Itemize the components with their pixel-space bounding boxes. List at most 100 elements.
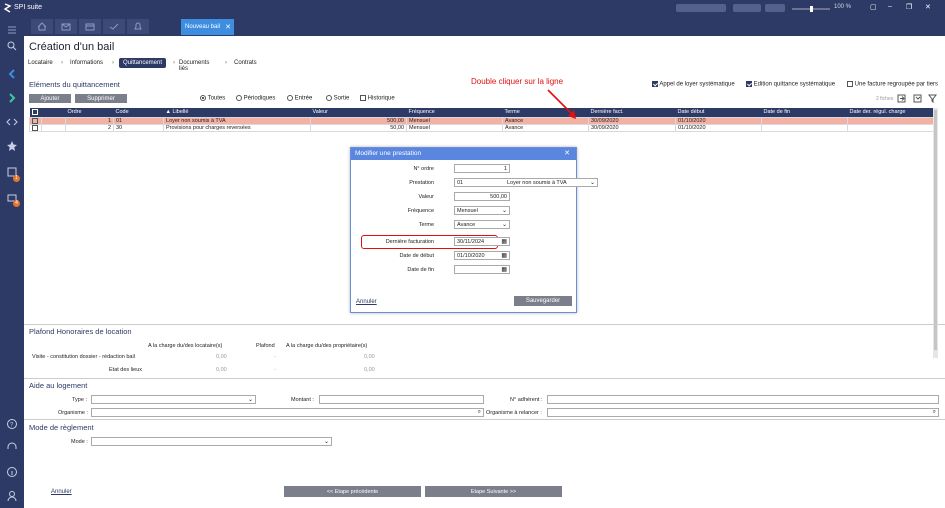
- filter-toutes[interactable]: Toutes: [200, 95, 225, 102]
- tab-nouveau-bail[interactable]: Nouveau bail ✕: [181, 19, 234, 35]
- row-checkbox[interactable]: [32, 117, 38, 124]
- close-dialog-icon[interactable]: ✕: [564, 149, 570, 157]
- forward-arrow-icon[interactable]: [6, 92, 18, 104]
- search-icon[interactable]: ⌕: [478, 409, 481, 416]
- frequence-select[interactable]: Mensuel ⌄: [454, 206, 510, 215]
- filter-entree[interactable]: Entrée: [287, 95, 312, 102]
- col-ordre-header[interactable]: Ordre: [65, 108, 114, 117]
- add-button[interactable]: Ajouter: [29, 94, 71, 103]
- menu-icon[interactable]: [6, 24, 18, 36]
- ordre-input[interactable]: 1: [454, 164, 510, 173]
- star-icon[interactable]: [6, 140, 18, 152]
- document-icon[interactable]: ▢: [870, 3, 877, 11]
- date-debut-input[interactable]: 01/10/2020 ▦: [454, 251, 510, 260]
- tasks-tab[interactable]: [103, 19, 125, 34]
- step-documents-lies[interactable]: Documents liés: [179, 60, 209, 72]
- col-derniere-fact[interactable]: Dernière fact.: [588, 108, 676, 117]
- mail-tab[interactable]: [55, 19, 77, 34]
- prestation-select[interactable]: 01 Loyer non soumis à TVA ⌄: [454, 178, 598, 187]
- checkbox-appel[interactable]: [652, 81, 658, 87]
- checkbox-historique[interactable]: [360, 95, 366, 101]
- row-checkbox-cell[interactable]: [29, 123, 42, 133]
- row-checkbox-cell[interactable]: [29, 116, 42, 125]
- dialog-cancel-link[interactable]: Annuler: [356, 299, 377, 305]
- table-row[interactable]: 2 30 Provisions pour charges reversées 5…: [29, 123, 936, 133]
- code-icon[interactable]: [6, 116, 18, 128]
- cell-derniere: 30/09/2020: [588, 116, 676, 125]
- table-row[interactable]: 1 01 Loyer non soumis à TVA 500,00 Mensu…: [29, 116, 936, 125]
- help-icon[interactable]: ?: [6, 418, 18, 430]
- scrollbar-thumb[interactable]: [934, 110, 937, 350]
- col-frequence[interactable]: Fréquence: [406, 108, 503, 117]
- close-tab-icon[interactable]: ✕: [225, 23, 231, 31]
- checkbox-regroupee[interactable]: [847, 81, 853, 87]
- filter-icon[interactable]: [928, 94, 937, 103]
- calendar-tab[interactable]: [79, 19, 101, 34]
- col-valeur[interactable]: Valeur: [310, 108, 407, 117]
- option-appel-loyer[interactable]: Appel de loyer systématique: [652, 81, 735, 88]
- delete-button[interactable]: Supprimer: [75, 94, 127, 103]
- filter-periodiques[interactable]: Périodiques: [236, 95, 275, 102]
- export-icon[interactable]: [897, 94, 906, 103]
- filter-historique[interactable]: Historique: [360, 95, 395, 102]
- col-date-debut[interactable]: Date début: [675, 108, 762, 117]
- option-facture-regroupee[interactable]: Une facture regroupée par tiers: [847, 81, 938, 88]
- calendar-icon[interactable]: ▦: [501, 266, 507, 273]
- search-icon[interactable]: [6, 40, 18, 52]
- step-informations[interactable]: Informations: [70, 60, 103, 66]
- terme-value: Avance: [457, 222, 476, 228]
- user-icon[interactable]: [6, 490, 18, 502]
- type-select[interactable]: ⌄: [91, 395, 256, 404]
- info-icon[interactable]: [6, 466, 18, 478]
- date-fin-input[interactable]: ▦: [454, 265, 510, 274]
- filter-sortie[interactable]: Sortie: [326, 95, 349, 102]
- option-edition-quittance[interactable]: Edition quittance systématique: [746, 81, 835, 88]
- calendar-icon[interactable]: ▦: [501, 252, 507, 259]
- radio-periodiques[interactable]: [236, 95, 242, 101]
- mode-select[interactable]: ⌄: [91, 437, 332, 446]
- home-tab[interactable]: [31, 19, 53, 34]
- label-valeur: Valeur: [418, 194, 435, 200]
- col-date-regul[interactable]: Date der. régul. charge: [847, 108, 936, 117]
- organisme-input[interactable]: ⌕: [91, 408, 484, 417]
- adherent-input[interactable]: [547, 395, 939, 404]
- next-step-button[interactable]: Etape Suivante >>: [425, 486, 562, 497]
- valeur-input[interactable]: 500,00: [454, 192, 510, 201]
- minimize-button[interactable]: –: [888, 3, 892, 10]
- montant-input[interactable]: [319, 395, 484, 404]
- restore-button[interactable]: ❐: [906, 3, 912, 11]
- footer-cancel-link[interactable]: Annuler: [51, 489, 72, 495]
- organisme-relancer-input[interactable]: ⌕: [547, 408, 939, 417]
- col-ordre[interactable]: [41, 108, 66, 117]
- save-button[interactable]: Sauvegarder: [514, 296, 572, 306]
- step-contrats[interactable]: Contrats: [234, 60, 257, 66]
- radio-sortie[interactable]: [326, 95, 332, 101]
- home-icon: [37, 22, 47, 31]
- columns-icon[interactable]: [913, 94, 922, 103]
- zoom-slider[interactable]: [792, 5, 832, 13]
- prestation-code: 01: [457, 180, 464, 186]
- filter-label: Entrée: [294, 95, 313, 102]
- row-checkbox[interactable]: [32, 124, 38, 131]
- terme-select[interactable]: Avance ⌄: [454, 220, 510, 229]
- col-code[interactable]: Code: [113, 108, 164, 117]
- derniere-facturation-input[interactable]: 30/11/2024 ▦: [454, 237, 510, 246]
- step-quittancement[interactable]: Quittancement: [119, 58, 167, 68]
- checkbox-edition[interactable]: [746, 81, 752, 87]
- back-arrow-icon[interactable]: [6, 68, 18, 80]
- previous-step-button[interactable]: << Etape précédente: [284, 486, 421, 497]
- notifications-tab[interactable]: [127, 19, 149, 34]
- radio-toutes[interactable]: [200, 95, 206, 101]
- col-date-fin[interactable]: Date de fin: [761, 108, 848, 117]
- table-scrollbar[interactable]: [933, 108, 938, 358]
- headset-icon[interactable]: [6, 442, 18, 454]
- col-libelle[interactable]: ▲ Libellé: [163, 108, 311, 117]
- plafond-col-proprietaire: A la charge du/des propriétaire(s): [286, 343, 368, 349]
- radio-entree[interactable]: [287, 95, 293, 101]
- select-all-checkbox[interactable]: [31, 109, 38, 116]
- step-locataire[interactable]: Locataire: [28, 60, 53, 66]
- select-all-header[interactable]: [29, 108, 42, 117]
- close-window-button[interactable]: ✕: [925, 3, 931, 11]
- search-icon[interactable]: ⌕: [933, 409, 936, 416]
- calendar-icon[interactable]: ▦: [501, 238, 507, 245]
